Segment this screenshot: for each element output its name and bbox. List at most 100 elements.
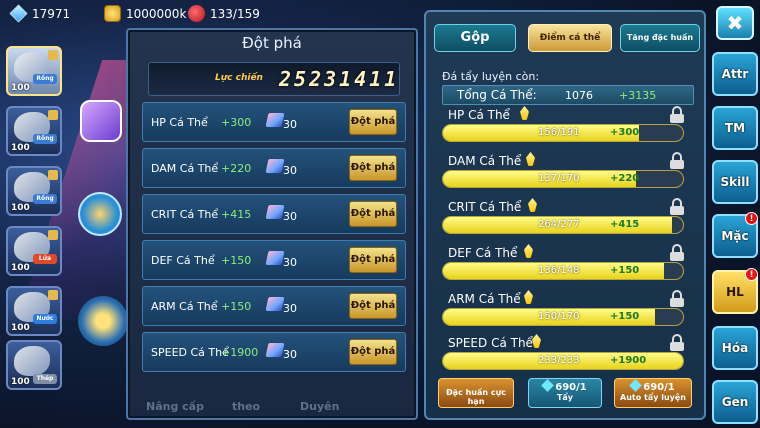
breakthrough-row: DAM Cá Thể +220 30 Đột phá [142, 148, 406, 188]
diamond-counter: 17971 [9, 4, 71, 23]
tab-upgrade[interactable]: Nâng cấp [146, 400, 204, 413]
roster-slot-6[interactable]: Thép 100 [6, 340, 62, 390]
wash-label: Tẩy [556, 393, 574, 402]
nav-label: Attr [721, 67, 749, 81]
tab-individual-points[interactable]: Điểm cá thể [528, 24, 612, 52]
breakthrough-button[interactable]: Đột phá [349, 247, 397, 273]
total-label: Tổng Cá Thể: [457, 88, 537, 102]
lock-icon[interactable] [670, 152, 684, 169]
wash-button[interactable]: 690/1 Tẩy [528, 378, 602, 408]
gem-cost: 30 [283, 302, 297, 315]
roster-slot-2[interactable]: Rồng 100 [6, 106, 62, 156]
gem-cost: 30 [283, 118, 297, 131]
lock-icon [48, 170, 58, 180]
nav-equip[interactable]: Mặc! [712, 212, 758, 258]
type-badge: Rồng [33, 134, 57, 144]
special-train-button[interactable]: Đặc huấn cực hạn [438, 378, 514, 408]
stat-plus: +150 [610, 311, 640, 322]
gem-icon [265, 343, 285, 357]
stat-row: DEF Cá Thể 136/148 +150 [442, 244, 694, 284]
breakthrough-panel: Đột phá Lực chiến 25231411 HP Cá Thể +30… [126, 28, 418, 420]
breakthrough-button[interactable]: Đột phá [349, 339, 397, 365]
gem-icon [265, 159, 285, 173]
auto-wash-count: 690/1 [643, 382, 675, 393]
roster-slot-4[interactable]: Lửa 100 [6, 226, 62, 276]
lock-icon[interactable] [670, 290, 684, 307]
stat-bonus: +415 [221, 208, 252, 221]
type-badge: Thép [33, 374, 57, 384]
auto-wash-label: Auto tẩy luyện [620, 393, 686, 402]
orb-icon[interactable] [78, 296, 128, 346]
diamond-icon [9, 4, 28, 23]
stone-icon [629, 379, 643, 392]
nav-skill[interactable]: Skill [712, 160, 758, 204]
lock-icon[interactable] [670, 198, 684, 215]
gem-cost: 30 [283, 164, 297, 177]
lock-icon[interactable] [670, 334, 684, 351]
breakthrough-row: HP Cá Thể +300 30 Đột phá [142, 102, 406, 142]
stat-progress-text: 150/170 [538, 311, 580, 322]
gem-icon [265, 205, 285, 219]
stat-name: DAM Cá Thể [151, 162, 219, 175]
lock-icon[interactable] [670, 244, 684, 261]
type-badge: Lửa [33, 254, 57, 264]
stat-name: SPEED Cá Thể [448, 336, 533, 350]
pet-level: 100 [11, 323, 30, 333]
tab-merge[interactable]: Gộp [434, 24, 516, 52]
stat-progress-text: 233/233 [538, 355, 580, 366]
roster-slot-3[interactable]: Rồng 100 [6, 166, 62, 216]
total-value: 1076 [565, 89, 593, 102]
nav-hoa[interactable]: Hóa [712, 326, 758, 370]
flame-icon [524, 244, 533, 258]
flame-icon [520, 106, 529, 120]
roster-slot-1[interactable]: Rồng 100 [6, 46, 62, 96]
tab-follow[interactable]: theo [232, 400, 260, 413]
stat-plus: +220 [610, 173, 640, 184]
lock-icon[interactable] [670, 106, 684, 123]
alert-badge: ! [745, 268, 758, 281]
breakthrough-button[interactable]: Đột phá [349, 293, 397, 319]
bag-icon[interactable] [78, 192, 122, 236]
breakthrough-button[interactable]: Đột phá [349, 201, 397, 227]
stat-bonus: +1900 [221, 346, 259, 359]
stat-progress-text: 264/277 [538, 219, 580, 230]
lock-icon [48, 290, 58, 300]
tab-special-training[interactable]: Tăng đặc huấn [620, 24, 700, 52]
stat-name: ARM Cá Thể [448, 292, 521, 306]
stat-row: ARM Cá Thể 150/170 +150 [442, 290, 694, 330]
alert-badge: ! [745, 212, 758, 225]
pet-level: 100 [11, 203, 30, 213]
auto-wash-button[interactable]: 690/1 Auto tẩy luyện [614, 378, 692, 408]
roster-slot-5[interactable]: Nước 100 [6, 286, 62, 336]
total-plus: +3135 [619, 89, 657, 102]
close-button[interactable]: ✖ [716, 6, 754, 40]
gem-cost: 30 [283, 256, 297, 269]
stat-name: SPEED Cá Thể [151, 346, 229, 359]
gold-value: 1000000k [126, 6, 187, 21]
pet-level: 100 [11, 83, 30, 93]
stamina-value: 133/159 [210, 6, 260, 21]
nav-label: HL [726, 285, 744, 299]
stat-row: HP Cá Thể 156/191 +300 [442, 106, 694, 146]
apple-icon [188, 5, 205, 22]
gem-cost: 30 [283, 210, 297, 223]
stat-plus: +150 [610, 265, 640, 276]
special-train-label: Đặc huấn cực hạn [445, 388, 507, 406]
breakthrough-button[interactable]: Đột phá [349, 109, 397, 135]
nav-hl[interactable]: HL! [712, 268, 758, 314]
nav-label: Skill [720, 175, 750, 189]
nav-gen[interactable]: Gen [712, 380, 758, 424]
stat-name: DEF Cá Thể [151, 254, 215, 267]
wash-count: 690/1 [555, 382, 587, 393]
stat-name: DAM Cá Thể [448, 154, 522, 168]
pet-level: 100 [11, 143, 30, 153]
breakthrough-button[interactable]: Đột phá [349, 155, 397, 181]
pet-portrait [14, 346, 50, 376]
breakthrough-row: ARM Cá Thể +150 30 Đột phá [142, 286, 406, 326]
potion-icon[interactable] [80, 100, 122, 142]
nav-tm[interactable]: TM [712, 106, 758, 150]
nav-attr[interactable]: Attr [712, 52, 758, 96]
diamond-value: 17971 [32, 6, 71, 21]
stamina-counter: 133/159 [188, 5, 260, 22]
tab-bond[interactable]: Duyên [300, 400, 339, 413]
